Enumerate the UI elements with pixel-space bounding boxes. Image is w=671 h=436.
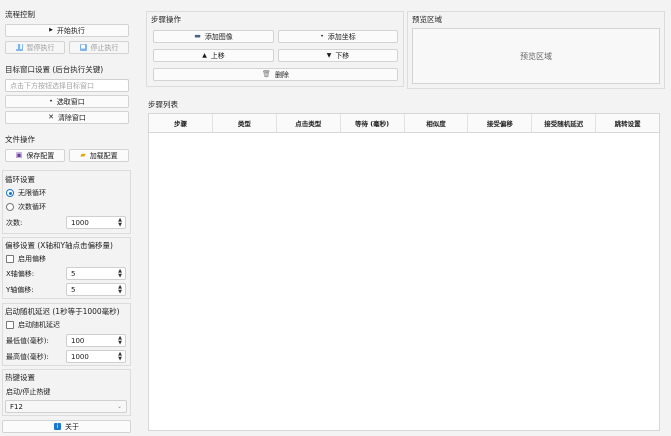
move-down-label: 下移 [335, 51, 350, 60]
y-offset-value: 5 [71, 285, 76, 294]
enable-random-delay-label: 启动随机延迟 [18, 321, 60, 329]
enable-offset-checkbox[interactable]: 启用偏移 [6, 254, 46, 264]
step-list-title: 步骤列表 [148, 100, 178, 109]
close-icon: ✕ [48, 113, 54, 121]
about-label: 关于 [65, 422, 79, 431]
spin-arrows-icon[interactable]: ▲ ▼ [116, 336, 124, 346]
flow-control-title: 流程控制 [5, 10, 35, 19]
hotkey-value: F12 [10, 402, 23, 411]
add-coord-label: 添加坐标 [327, 32, 356, 41]
step-list-table[interactable]: 步骤 类型 点击类型 等待 (毫秒) 相似度 接受偏移 接受随机延迟 跳转设置 [148, 113, 660, 431]
delete-button[interactable]: 🗑 删除 [153, 68, 398, 81]
hotkey-label: 启动/停止热键 [6, 388, 51, 396]
add-image-button[interactable]: ▬ 添加图像 [153, 30, 274, 43]
random-delay-title: 启动随机延迟 (1秒等于1000毫秒) [5, 307, 120, 316]
infinite-loop-radio[interactable]: 无限循环 [6, 188, 46, 198]
arrow-down-icon: ▼ [326, 51, 332, 59]
preview-title: 预览区域 [412, 15, 442, 24]
column-header[interactable]: 步骤 [149, 114, 213, 132]
count-loop-label: 次数循环 [18, 203, 46, 211]
column-header[interactable]: 相似度 [405, 114, 469, 132]
load-config-label: 加载配置 [89, 151, 118, 160]
target-window-title: 目标窗口设置 (后台执行关键) [5, 65, 104, 74]
enable-offset-label: 启用偏移 [18, 255, 46, 263]
offset-title: 偏移设置 (X轴和Y轴点击偏移量) [5, 241, 113, 250]
info-icon: i [54, 423, 61, 430]
preview-area: 预览区域 [412, 28, 660, 84]
count-label: 次数: [6, 219, 23, 227]
arrow-up-icon: ▲ [202, 51, 207, 59]
folder-icon: ▰ [80, 151, 86, 159]
loop-title: 循环设置 [5, 175, 35, 184]
file-ops-title: 文件操作 [5, 135, 35, 144]
y-offset-spinbox[interactable]: 5 ▲ ▼ [66, 283, 126, 296]
clear-window-label: 清除窗口 [57, 113, 86, 122]
spin-arrows-icon[interactable]: ▲ ▼ [116, 269, 124, 279]
column-header[interactable]: 跳转设置 [596, 114, 659, 132]
max-delay-label: 最高值(毫秒): [6, 353, 49, 361]
select-window-label: 选取窗口 [56, 97, 85, 106]
radio-unselected [6, 203, 14, 211]
start-button-label: 开始执行 [56, 26, 85, 35]
infinite-loop-label: 无限循环 [18, 189, 46, 197]
min-delay-spinbox[interactable]: 100 ▲ ▼ [66, 334, 126, 347]
move-down-button[interactable]: ▼ 下移 [278, 49, 398, 62]
spin-arrows-icon[interactable]: ▲ ▼ [116, 352, 124, 362]
hotkey-title: 热键设置 [5, 373, 35, 382]
target-dot-icon: • [49, 97, 53, 105]
y-offset-label: Y轴偏移: [6, 286, 34, 294]
min-delay-label: 最低值(毫秒): [6, 337, 49, 345]
x-offset-label: X轴偏移: [6, 270, 35, 278]
about-button[interactable]: i 关于 [2, 420, 131, 433]
chevron-down-icon: ⌄ [116, 403, 122, 410]
checkbox-box [6, 321, 14, 329]
enable-random-delay-checkbox[interactable]: 启动随机延迟 [6, 320, 60, 330]
load-config-button[interactable]: ▰ 加载配置 [69, 149, 129, 162]
move-up-button[interactable]: ▲ 上移 [153, 49, 274, 62]
target-window-input[interactable]: 点击下方按钮选择目标窗口 [5, 79, 129, 92]
start-button[interactable]: ▶ 开始执行 [5, 24, 129, 37]
count-loop-radio[interactable]: 次数循环 [6, 202, 46, 212]
clear-window-button[interactable]: ✕ 清除窗口 [5, 111, 129, 124]
checkbox-box [6, 255, 14, 263]
pause-icon: ❚❚ [14, 44, 24, 51]
trash-icon: 🗑 [262, 70, 271, 78]
column-header[interactable]: 接受偏移 [468, 114, 533, 132]
max-delay-value: 1000 [71, 352, 89, 361]
add-image-label: 添加图像 [204, 32, 233, 41]
count-value: 1000 [71, 218, 89, 227]
stop-button[interactable]: ■ 停止执行 [69, 41, 129, 54]
save-config-label: 保存配置 [26, 151, 55, 160]
spin-arrows-icon[interactable]: ▲ ▼ [116, 218, 124, 228]
delete-label: 删除 [274, 70, 289, 79]
hotkey-select[interactable]: F12 ⌄ [5, 400, 127, 413]
pause-button-label: 暂停执行 [26, 43, 55, 52]
stop-icon: ■ [79, 44, 87, 51]
max-delay-spinbox[interactable]: 1000 ▲ ▼ [66, 350, 126, 363]
preview-placeholder: 预览区域 [520, 51, 552, 61]
column-header[interactable]: 接受随机延迟 [532, 114, 597, 132]
move-up-label: 上移 [210, 51, 225, 60]
count-spinbox[interactable]: 1000 ▲ ▼ [66, 216, 126, 229]
select-window-button[interactable]: • 选取窗口 [5, 95, 129, 108]
radio-selected [6, 189, 14, 197]
save-icon: ▣ [15, 151, 23, 159]
table-header: 步骤 类型 点击类型 等待 (毫秒) 相似度 接受偏移 接受随机延迟 跳转设置 [149, 114, 659, 133]
step-ops-title: 步骤操作 [151, 15, 181, 24]
column-header[interactable]: 点击类型 [277, 114, 341, 132]
column-header[interactable]: 等待 (毫秒) [341, 114, 405, 132]
save-config-button[interactable]: ▣ 保存配置 [5, 149, 65, 162]
column-header[interactable]: 类型 [213, 114, 277, 132]
play-icon: ▶ [49, 27, 53, 33]
spin-arrows-icon[interactable]: ▲ ▼ [116, 285, 124, 295]
min-delay-value: 100 [71, 336, 85, 345]
pause-button[interactable]: ❚❚ 暂停执行 [5, 41, 65, 54]
x-offset-value: 5 [71, 269, 76, 278]
stop-button-label: 停止执行 [90, 43, 119, 52]
x-offset-spinbox[interactable]: 5 ▲ ▼ [66, 267, 126, 280]
add-coord-button[interactable]: • 添加坐标 [278, 30, 398, 43]
image-icon: ▬ [194, 32, 201, 40]
pin-icon: • [320, 32, 324, 40]
